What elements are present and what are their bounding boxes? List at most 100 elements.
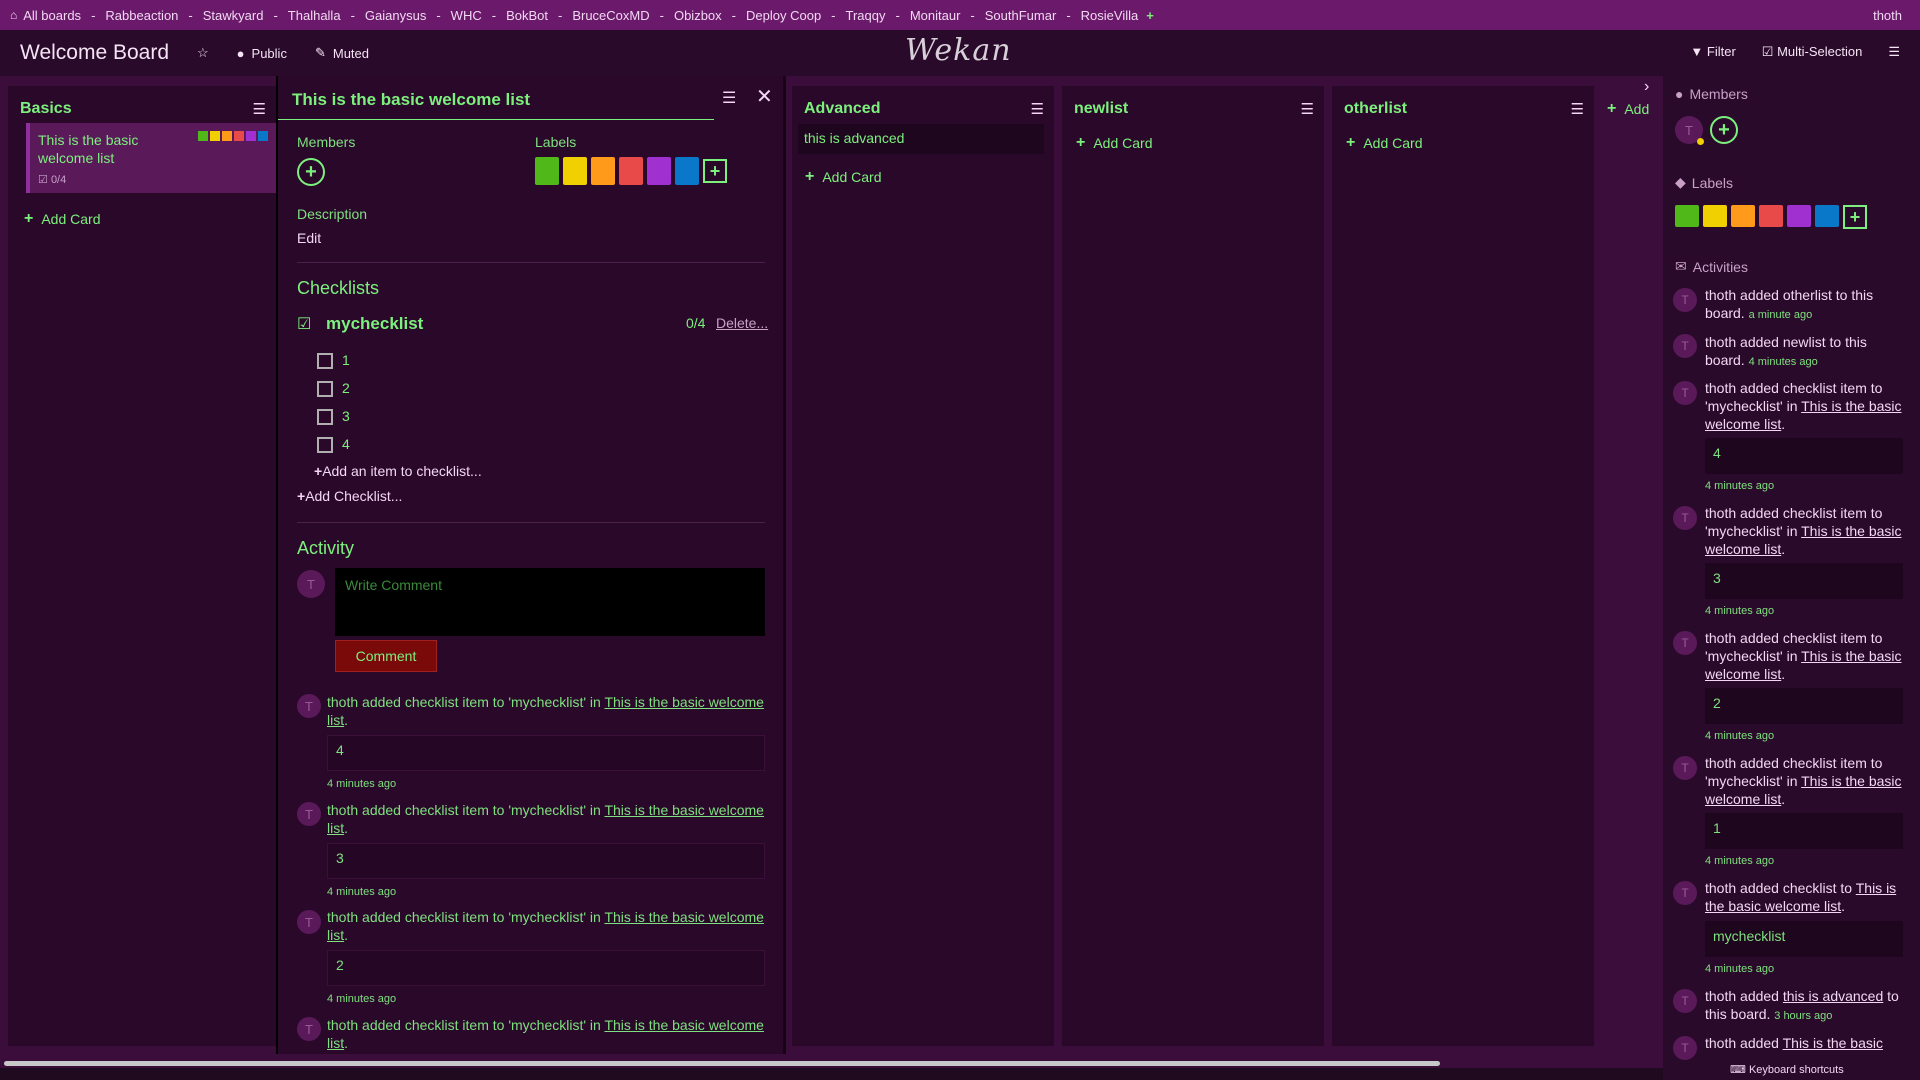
activity-time: 4 minutes ago — [1705, 855, 1775, 867]
checklist-item-label[interactable]: 3 — [342, 408, 350, 424]
label-blue[interactable] — [675, 157, 699, 185]
board-link[interactable]: Monitaur — [910, 8, 961, 23]
add-card-label: Add Card — [1093, 135, 1153, 151]
list-title[interactable]: Basics — [20, 100, 72, 118]
all-boards-link[interactable]: All boards — [23, 8, 81, 23]
list-menu-icon[interactable]: ☰ — [253, 100, 266, 118]
add-list-button[interactable]: + Add L — [1607, 100, 1651, 118]
home-icon[interactable]: ⌂ — [10, 8, 17, 22]
add-card-button[interactable]: + Add Card — [24, 210, 101, 228]
watch-button[interactable]: ✎ Muted — [315, 45, 369, 61]
comment-input[interactable]: Write Comment — [335, 568, 765, 636]
add-board-icon[interactable]: + — [1146, 8, 1154, 23]
label-purple[interactable] — [647, 157, 671, 185]
minicard[interactable]: This is the basic welcome list ☑ 0/4 — [26, 123, 276, 193]
horizontal-scrollbar[interactable] — [0, 1058, 1663, 1068]
add-label-button[interactable]: + — [1843, 205, 1867, 229]
list-title[interactable]: otherlist — [1344, 100, 1407, 118]
labels-label: Labels — [535, 134, 577, 150]
comment-button[interactable]: Comment — [335, 640, 437, 672]
board-link[interactable]: RosieVilla — [1081, 8, 1139, 23]
hamburger-icon[interactable]: ☰ — [1888, 44, 1900, 60]
activity-entry: thoth added checklist item to 'mycheckli… — [327, 908, 765, 944]
board-link[interactable]: Stawkyard — [203, 8, 264, 23]
activity-text: thoth added checklist item to 'mycheckli… — [327, 802, 605, 818]
board-link[interactable]: Traqqy — [846, 8, 886, 23]
activity-entry: thoth added checklist item to 'mycheckli… — [1705, 380, 1902, 432]
separator: - — [350, 7, 355, 23]
card-link[interactable]: this is advanced — [1783, 988, 1883, 1004]
close-icon[interactable]: ✕ — [756, 84, 773, 109]
add-member-button[interactable]: + — [297, 158, 325, 186]
label-purple[interactable] — [1787, 205, 1811, 227]
add-member-button[interactable]: + — [1710, 116, 1738, 144]
plus-icon: + — [1346, 134, 1356, 151]
board-link[interactable]: Gaianysus — [365, 8, 426, 23]
wekan-logo: Wekan — [905, 33, 1012, 68]
board-title[interactable]: Welcome Board — [20, 41, 169, 65]
activity-text: thoth added — [1705, 1035, 1783, 1051]
avatar: T — [297, 1017, 321, 1041]
label-orange[interactable] — [591, 157, 615, 185]
board-link[interactable]: WHC — [451, 8, 482, 23]
user-menu[interactable]: thoth — [1873, 8, 1902, 23]
chevron-right-icon[interactable]: › — [1644, 78, 1649, 96]
label-green[interactable] — [535, 157, 559, 185]
activity-entry: thoth added checklist item to 'mycheckli… — [1705, 505, 1902, 557]
checklist-item-checkbox[interactable] — [317, 353, 333, 369]
minicard-title: this is advanced — [804, 130, 905, 146]
star-button[interactable]: ☆ — [197, 45, 209, 61]
activity-quote: 2 — [327, 950, 765, 986]
multi-selection-button[interactable]: ☑ Multi-Selection — [1762, 44, 1863, 60]
board-link[interactable]: BokBot — [506, 8, 548, 23]
activity-quote: 1 — [1705, 813, 1903, 849]
board-link[interactable]: Obizbox — [674, 8, 722, 23]
card-link[interactable]: This is the basic — [1783, 1035, 1883, 1051]
label-blue[interactable] — [1815, 205, 1839, 227]
board-link[interactable]: Rabbeaction — [105, 8, 178, 23]
description-edit-link[interactable]: Edit — [297, 230, 321, 246]
description-label: Description — [297, 206, 368, 222]
list-menu-icon[interactable]: ☰ — [1571, 100, 1584, 118]
checklist-delete-link[interactable]: Delete... — [716, 315, 768, 331]
list-title[interactable]: Advanced — [804, 100, 880, 118]
scrollbar-thumb[interactable] — [4, 1061, 1440, 1066]
card-menu-icon[interactable]: ☰ — [722, 88, 736, 108]
checklist-item-checkbox[interactable] — [317, 381, 333, 397]
checklist-item-checkbox[interactable] — [317, 409, 333, 425]
checklist-item-checkbox[interactable] — [317, 437, 333, 453]
visibility-button[interactable]: ● Public — [237, 46, 287, 61]
checklist-item-label[interactable]: 2 — [342, 380, 350, 396]
checklist-title[interactable]: mychecklist — [326, 314, 423, 334]
comment-icon: ✉ — [1675, 258, 1687, 274]
label-yellow[interactable] — [1703, 205, 1727, 227]
label-yellow[interactable] — [563, 157, 587, 185]
add-label-button[interactable]: + — [703, 159, 727, 183]
board-link[interactable]: Thalhalla — [288, 8, 341, 23]
board-link[interactable]: BruceCoxMD — [572, 8, 649, 23]
board-link[interactable]: Deploy Coop — [746, 8, 821, 23]
list-otherlist: otherlist ☰ + Add Card — [1332, 86, 1594, 1046]
checklist-item-label[interactable]: 4 — [342, 436, 350, 452]
add-checklist-button[interactable]: +Add Checklist... — [297, 488, 402, 504]
label-red[interactable] — [1759, 205, 1783, 227]
label-swatch — [198, 131, 208, 141]
filter-button[interactable]: ▼ Filter — [1690, 44, 1735, 60]
add-card-button[interactable]: + Add Card — [1346, 134, 1423, 152]
checklist-item-label[interactable]: 1 — [342, 352, 350, 368]
label-orange[interactable] — [1731, 205, 1755, 227]
list-title[interactable]: newlist — [1074, 100, 1128, 118]
keyboard-shortcuts-link[interactable]: ⌨ Keyboard shortcuts — [1730, 1063, 1844, 1076]
label-green[interactable] — [1675, 205, 1699, 227]
add-card-button[interactable]: + Add Card — [1076, 134, 1153, 152]
card-details-title[interactable]: This is the basic welcome list — [292, 90, 530, 110]
boards-bar: ⌂ All boards - Rabbeaction - Stawkyard -… — [0, 0, 1920, 30]
add-checklist-item-button[interactable]: +Add an item to checklist... — [314, 463, 482, 479]
add-card-button[interactable]: + Add Card — [805, 168, 882, 186]
plus-icon: + — [24, 210, 34, 227]
minicard[interactable]: this is advanced — [798, 124, 1044, 154]
list-menu-icon[interactable]: ☰ — [1031, 100, 1044, 118]
list-menu-icon[interactable]: ☰ — [1301, 100, 1314, 118]
label-red[interactable] — [619, 157, 643, 185]
board-link[interactable]: SouthFumar — [985, 8, 1057, 23]
